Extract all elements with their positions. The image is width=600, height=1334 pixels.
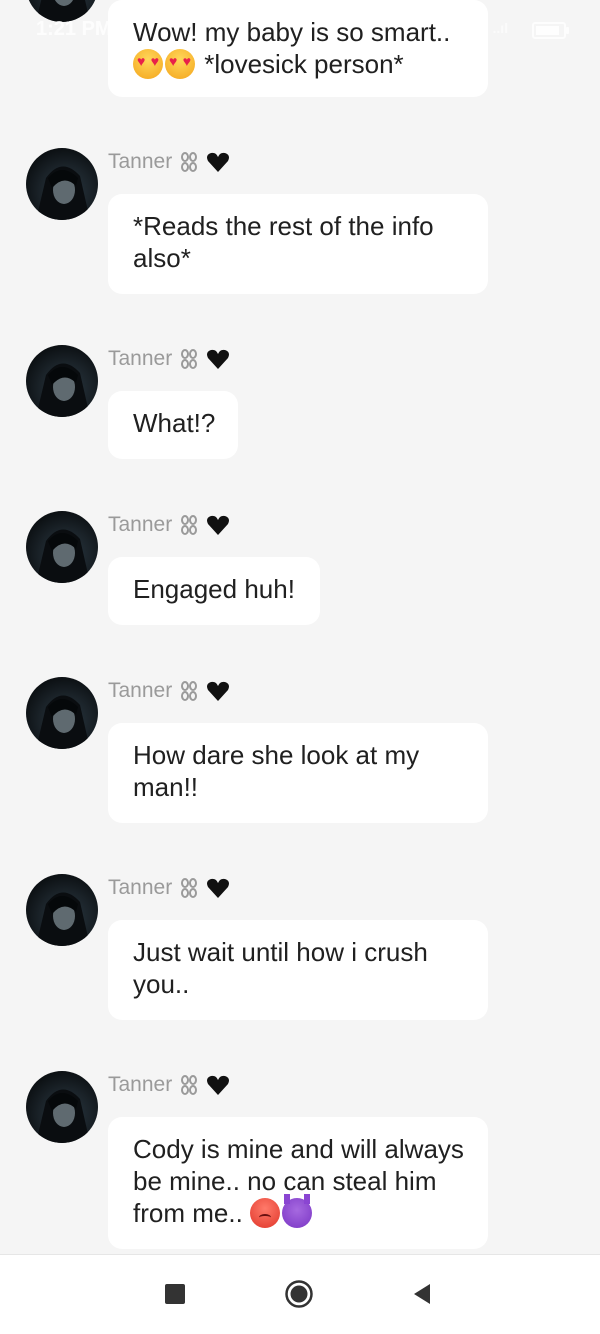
message-bubble[interactable]: Engaged huh!	[108, 557, 320, 625]
status-bar: 1:21 PM 4G ..ıl	[0, 0, 600, 60]
message-bubble[interactable]: Just wait until how i crush you..	[108, 920, 488, 1020]
navigation-bar	[0, 1254, 600, 1334]
chain-icon	[181, 515, 198, 535]
sender-name: Tanner	[108, 150, 230, 174]
message-bubble[interactable]: Cody is mine and will always be mine.. n…	[108, 1117, 488, 1249]
sender-name: Tanner	[108, 513, 230, 537]
home-button[interactable]	[284, 1279, 314, 1309]
chain-icon	[181, 152, 198, 172]
avatar[interactable]	[26, 345, 98, 417]
avatar[interactable]	[26, 1071, 98, 1143]
sender-name: Tanner	[108, 347, 230, 371]
message-bubble[interactable]: How dare she look at my man!!	[108, 723, 488, 823]
sender-name: Tanner	[108, 876, 230, 900]
angry-face-icon	[250, 1198, 281, 1228]
black-heart-icon	[207, 1075, 230, 1095]
sender-name: Tanner	[108, 1073, 230, 1097]
message-bubble[interactable]: *Reads the rest of the info also*	[108, 194, 488, 294]
chain-icon	[181, 681, 198, 701]
avatar[interactable]	[26, 874, 98, 946]
avatar[interactable]	[26, 148, 98, 220]
sender-name: Tanner	[108, 679, 230, 703]
status-time: 1:21 PM	[36, 18, 112, 40]
chat-area: Wow! my baby is so smart.. *lovesick per…	[0, 0, 600, 1254]
message-bubble[interactable]: What!?	[108, 391, 238, 459]
black-heart-icon	[207, 681, 230, 701]
black-heart-icon	[207, 349, 230, 369]
chain-icon	[181, 1075, 198, 1095]
battery-icon	[532, 22, 569, 39]
avatar[interactable]	[26, 677, 98, 749]
battery-level	[536, 26, 560, 35]
signal-icon: 4G ..ıl	[469, 20, 508, 36]
back-button[interactable]	[408, 1279, 438, 1309]
chain-icon	[181, 349, 198, 369]
recent-apps-button[interactable]	[160, 1279, 190, 1309]
devil-face-icon	[282, 1194, 313, 1228]
avatar[interactable]	[26, 511, 98, 583]
black-heart-icon	[207, 515, 230, 535]
black-heart-icon	[207, 152, 230, 172]
chain-icon	[181, 878, 198, 898]
black-heart-icon	[207, 878, 230, 898]
